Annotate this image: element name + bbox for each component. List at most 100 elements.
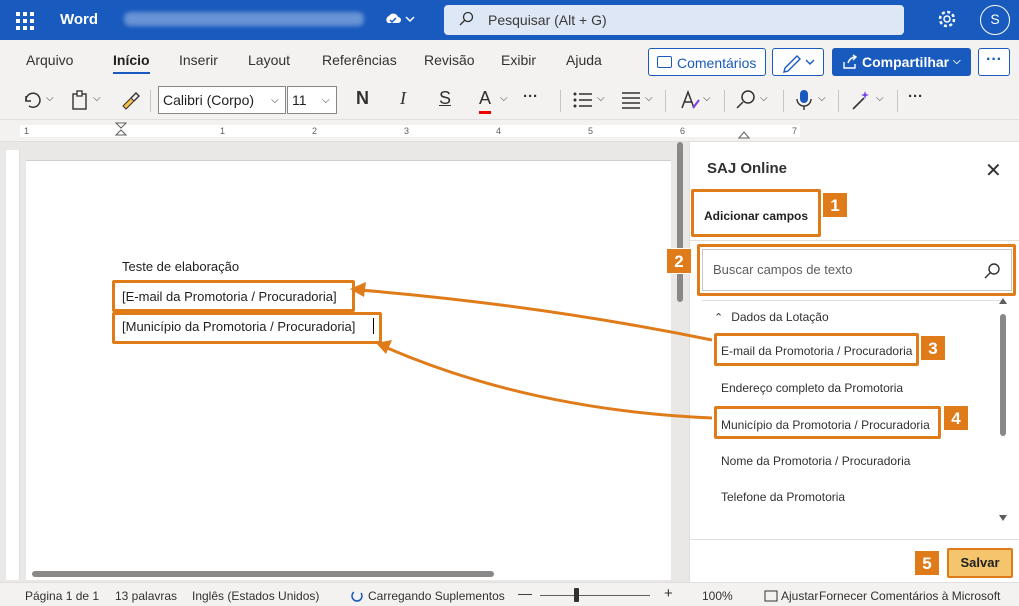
zoom-slider-thumb[interactable] <box>574 588 579 602</box>
document-heading[interactable]: Teste de elaboração <box>122 259 239 274</box>
align-icon[interactable] <box>620 88 642 112</box>
tab-exibir[interactable]: Exibir <box>501 52 536 68</box>
undo-chevron-icon[interactable]: ⌵ <box>46 93 54 104</box>
tab-inicio[interactable]: Início <box>113 52 150 74</box>
comments-button[interactable]: Comentários <box>648 48 766 76</box>
editing-mode-button[interactable] <box>772 48 824 76</box>
list-item-nome[interactable]: Nome da Promotoria / Procuradoria <box>721 454 910 468</box>
saj-online-panel: SAJ Online ✕ Adicionar campos ⌃Dados da … <box>689 142 1019 582</box>
horizontal-ruler: 1 1 2 3 4 5 6 7 <box>0 120 1019 142</box>
scroll-down-icon[interactable] <box>998 514 1008 522</box>
tab-layout[interactable]: Layout <box>248 52 290 68</box>
italic-button[interactable]: I <box>400 88 406 112</box>
status-addins: Carregando Suplementos <box>368 589 505 603</box>
tab-highlight <box>691 189 821 237</box>
zoom-in-button[interactable]: + <box>664 585 673 602</box>
editor-chevron-icon[interactable]: ⌵ <box>876 93 884 104</box>
save-button[interactable]: Salvar <box>947 548 1013 578</box>
app-name[interactable]: Word <box>60 11 98 28</box>
callout-badge-5: 5 <box>914 550 940 576</box>
document-horizontal-scrollbar[interactable] <box>32 571 494 577</box>
email-field-highlight <box>112 280 355 312</box>
status-fit[interactable]: Ajustar <box>781 589 818 603</box>
tab-referencias[interactable]: Referências <box>322 52 397 68</box>
share-button[interactable]: Compartilhar ⌵ <box>832 48 971 76</box>
bold-button[interactable]: N <box>356 88 369 112</box>
app-launcher-icon[interactable] <box>16 12 34 30</box>
paste-chevron-icon[interactable]: ⌵ <box>93 93 101 104</box>
home-toolbar: ⌵ ⌵ N I S A ⌵ ··· ⌵ ⌵ ⌵ ⌵ ⌵ ⌵ ··· <box>0 80 1019 120</box>
panel-title: SAJ Online <box>707 160 788 177</box>
tab-ajuda[interactable]: Ajuda <box>566 52 602 68</box>
strikethrough-button[interactable]: S <box>439 88 451 112</box>
font-name-chevron-icon: ⌵ <box>271 95 279 106</box>
more-font-options-button[interactable]: ··· <box>523 88 538 112</box>
title-bar: Word ███████ ███ ███ ███████ ██████ Pesq… <box>0 0 1019 40</box>
callout-badge-3: 3 <box>920 335 946 361</box>
font-name-select[interactable]: Calibri (Corpo) ⌵ <box>158 86 286 114</box>
status-word-count[interactable]: 13 palavras <box>115 589 177 603</box>
callout-badge-2: 2 <box>666 248 692 274</box>
status-zoom-level[interactable]: 100% <box>702 589 733 603</box>
cloud-sync-icon[interactable] <box>384 11 418 30</box>
document-vertical-scrollbar[interactable] <box>677 142 683 302</box>
search-box[interactable]: Pesquisar (Alt + G) <box>444 5 904 35</box>
document-canvas <box>0 142 689 582</box>
bullets-chevron-icon[interactable]: ⌵ <box>597 93 605 104</box>
styles-icon[interactable] <box>679 88 701 112</box>
share-icon <box>843 54 858 69</box>
search-icon <box>459 11 474 26</box>
more-options-button[interactable]: ··· <box>978 48 1010 76</box>
close-icon[interactable]: ✕ <box>985 158 1002 183</box>
bullets-icon[interactable] <box>572 88 594 112</box>
group-dados-da-lotacao[interactable]: ⌃ Dados da Lotação <box>714 310 829 324</box>
search-highlight <box>697 244 1016 296</box>
find-chevron-icon[interactable]: ⌵ <box>760 93 768 104</box>
format-painter-icon[interactable] <box>120 88 140 112</box>
find-icon[interactable] <box>735 88 757 112</box>
dictate-microphone-icon[interactable] <box>795 88 813 112</box>
status-page[interactable]: Página 1 de 1 <box>25 589 99 603</box>
font-color-button[interactable]: A <box>479 88 492 114</box>
email-item-highlight <box>714 333 919 366</box>
toolbar-overflow-button[interactable]: ··· <box>908 88 923 112</box>
callout-badge-1: 1 <box>822 192 848 218</box>
municipio-item-highlight <box>714 406 941 439</box>
pen-icon <box>783 55 815 73</box>
panel-scrollbar[interactable] <box>1000 314 1006 436</box>
dictate-chevron-icon[interactable]: ⌵ <box>818 93 826 104</box>
paste-icon[interactable] <box>71 88 89 112</box>
tab-revisao[interactable]: Revisão <box>424 52 475 68</box>
comment-icon <box>657 56 672 68</box>
scroll-up-icon[interactable] <box>998 297 1008 305</box>
chevron-up-icon: ⌃ <box>714 312 724 324</box>
font-size-select[interactable]: 11 ⌵ <box>287 86 337 114</box>
align-chevron-icon[interactable]: ⌵ <box>645 93 653 104</box>
document-page[interactable] <box>26 160 671 580</box>
document-title[interactable]: ███████ ███ ███ ███████ ██████ <box>124 12 364 26</box>
font-size-chevron-icon: ⌵ <box>322 95 330 106</box>
zoom-out-button[interactable]: — <box>518 585 532 601</box>
list-item-endereco[interactable]: Endereço completo da Promotoria <box>721 381 903 395</box>
right-indent-marker-icon[interactable] <box>738 129 750 139</box>
settings-gear-icon[interactable] <box>937 9 957 29</box>
vertical-ruler <box>6 150 20 580</box>
status-feedback[interactable]: Fornecer Comentários à Microsoft <box>819 589 1000 603</box>
undo-icon[interactable] <box>22 88 42 112</box>
callout-badge-4: 4 <box>943 405 969 431</box>
user-avatar[interactable]: S <box>980 5 1010 35</box>
editor-wand-icon[interactable] <box>850 88 872 112</box>
municipio-field-highlight <box>112 312 382 344</box>
tab-inserir[interactable]: Inserir <box>179 52 218 68</box>
status-language[interactable]: Inglês (Estados Unidos) <box>192 589 319 603</box>
addins-loading-icon <box>351 590 363 602</box>
indent-marker-icon[interactable] <box>115 122 127 136</box>
list-item-telefone[interactable]: Telefone da Promotoria <box>721 490 845 504</box>
styles-chevron-icon[interactable]: ⌵ <box>703 93 711 104</box>
font-color-chevron-icon[interactable]: ⌵ <box>500 93 508 104</box>
status-bar: Página 1 de 1 13 palavras Inglês (Estado… <box>0 582 1019 606</box>
fit-icon <box>764 590 778 602</box>
zoom-slider[interactable] <box>540 595 650 596</box>
chevron-down-icon: ⌵ <box>953 56 961 67</box>
tab-arquivo[interactable]: Arquivo <box>26 52 73 68</box>
